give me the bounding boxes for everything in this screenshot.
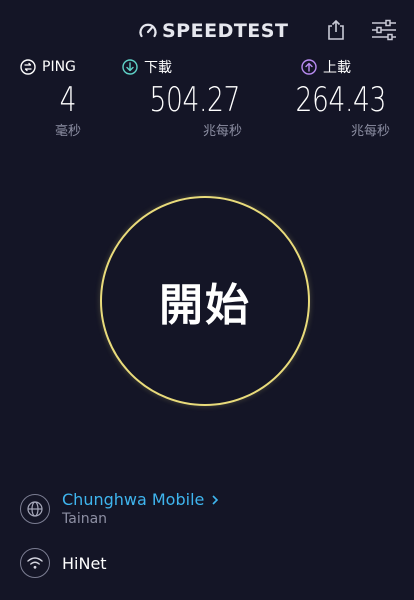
ping-header: PING — [20, 56, 80, 78]
brand-name: SPEEDTEST — [162, 20, 289, 42]
upload-unit: 兆每秒 — [350, 124, 390, 139]
top-bar: SPEEDTEST — [0, 0, 414, 56]
ping-unit: 毫秒 — [54, 124, 81, 139]
sliders-icon — [372, 19, 396, 41]
chevron-right-icon — [212, 494, 219, 505]
upload-metric: 上載 — [301, 56, 381, 78]
speedtest-logo: SPEEDTEST — [138, 18, 288, 44]
download-label: 下載 — [144, 60, 172, 76]
upload-header: 上載 — [301, 56, 381, 78]
wifi-icon — [27, 557, 43, 569]
download-value: 504.27 — [149, 80, 241, 120]
settings-button[interactable] — [369, 16, 399, 44]
share-icon — [328, 19, 344, 40]
share-button[interactable] — [322, 16, 350, 44]
globe-icon-wrap — [20, 493, 50, 524]
ping-value: 4 — [59, 80, 77, 120]
server-text: Chunghwa Mobile Tainan — [62, 490, 220, 527]
isp-name: HiNet — [62, 553, 107, 573]
connection-info: HiNet — [20, 548, 107, 578]
upload-label: 上載 — [323, 60, 351, 76]
upload-value: 264.43 — [295, 80, 387, 120]
wifi-icon-wrap — [20, 548, 50, 578]
ping-label: PING — [42, 59, 76, 75]
provider-name[interactable]: Chunghwa Mobile — [62, 490, 204, 509]
ping-icon — [20, 59, 36, 75]
globe-icon — [27, 500, 43, 517]
download-unit: 兆每秒 — [202, 124, 242, 139]
ping-metric: PING — [20, 56, 80, 78]
server-selector[interactable]: Chunghwa Mobile Tainan — [20, 490, 220, 527]
upload-arrow-icon — [301, 59, 317, 75]
download-header: 下載 — [122, 56, 202, 78]
download-arrow-icon — [122, 59, 138, 75]
server-location: Tainan — [62, 511, 108, 527]
speedometer-icon — [139, 23, 157, 38]
start-label: 開始 — [159, 280, 251, 331]
start-test-button[interactable]: 開始 — [100, 196, 310, 406]
download-metric: 下載 — [122, 56, 202, 78]
